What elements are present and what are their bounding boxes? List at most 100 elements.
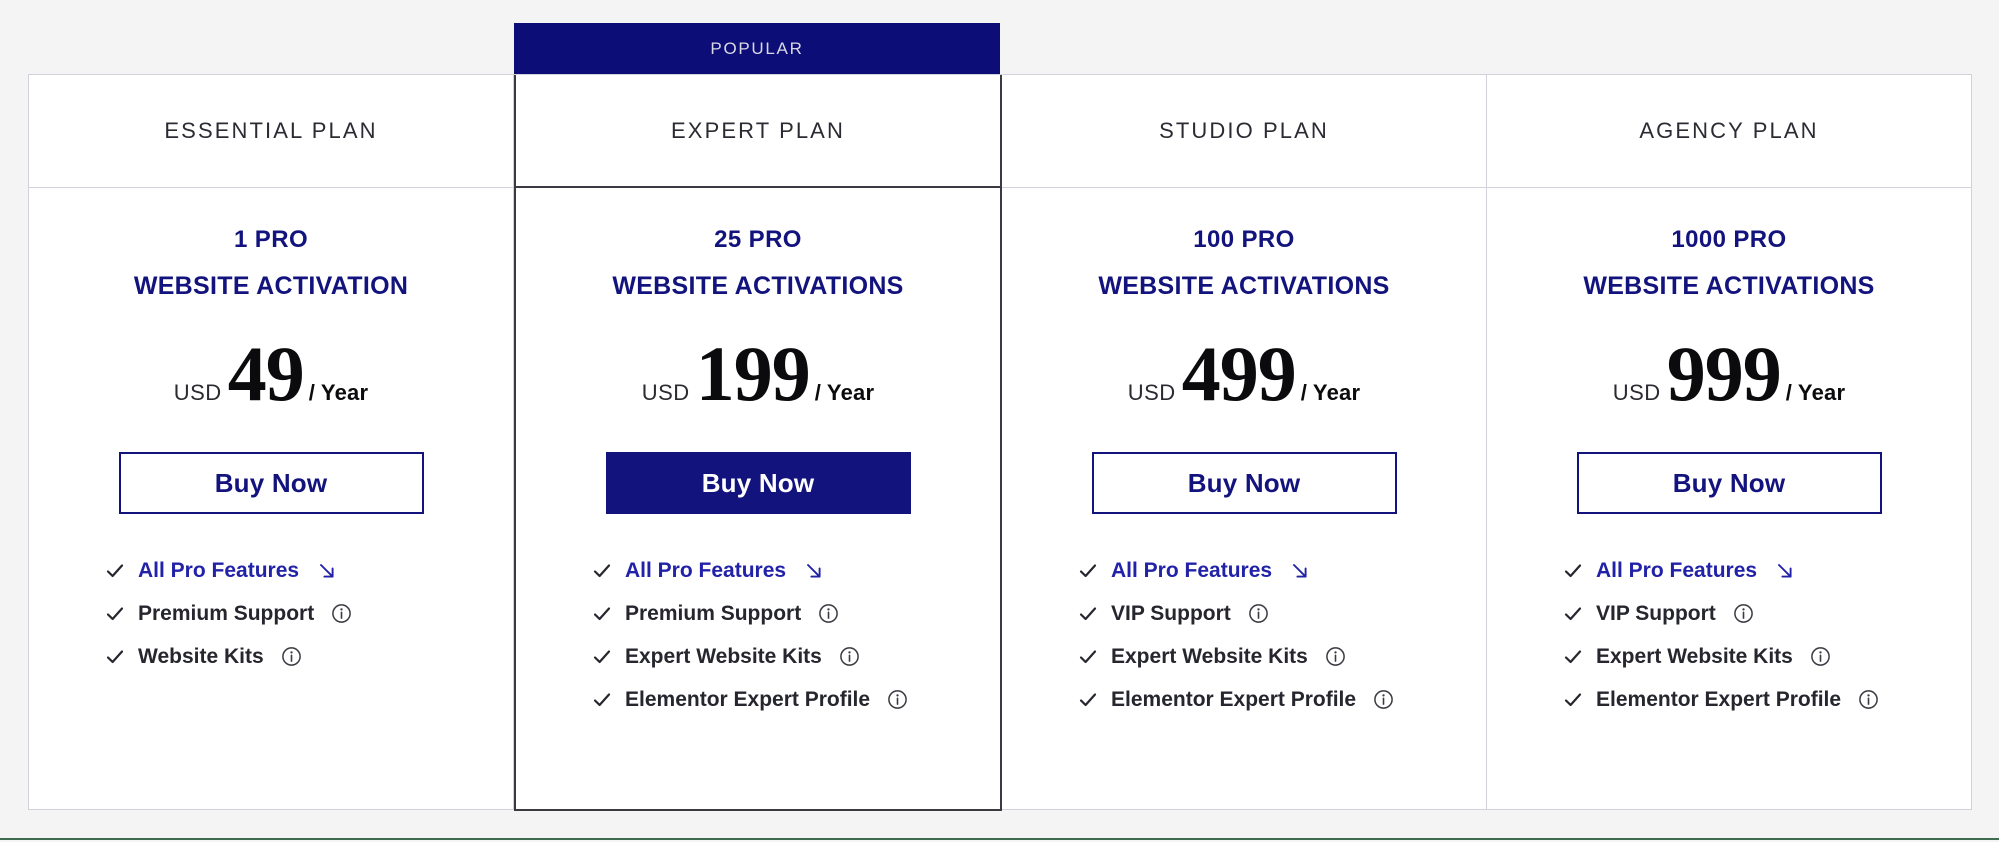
feature-label[interactable]: All Pro Features [625,560,786,581]
feature-item: Elementor Expert Profile [592,689,1000,710]
info-icon[interactable] [1858,689,1879,710]
buy-now-button[interactable]: Buy Now [1091,452,1397,515]
check-icon [1078,690,1098,710]
price-currency: USD [1127,380,1176,405]
activation-label: WEBSITE ACTIVATIONS [1583,272,1875,300]
feature-item: All Pro Features [105,560,513,581]
feature-list: All Pro Features VIP Support Expert Websit… [1002,560,1486,710]
plan-column-essential-plan: ESSENTIAL PLAN 1 PRO WEBSITE ACTIVATION USD… [29,75,514,809]
buy-now-button[interactable]: Buy Now [605,452,911,515]
info-icon[interactable] [1733,603,1754,624]
price-period: / Year [1785,380,1846,405]
feature-item: Expert Website Kits [1078,646,1486,667]
feature-label[interactable]: All Pro Features [1111,560,1272,581]
plan-body: 1000 PRO WEBSITE ACTIVATIONS USD 999/ Year B… [1487,188,1971,809]
price-amount: 999 [1666,330,1782,417]
check-icon [105,604,125,624]
check-icon [1563,604,1583,624]
activations-block: 100 PRO WEBSITE ACTIVATIONS [1098,228,1389,299]
arrow-down-right-icon[interactable] [317,561,337,581]
feature-label: Elementor Expert Profile [1596,688,1842,712]
price-block: USD 199/ Year [641,330,875,417]
price-currency: USD [641,380,690,405]
plan-column-studio-plan: STUDIO PLAN 100 PRO WEBSITE ACTIVATIONS USD… [1002,75,1487,809]
feature-label: VIP Support [1596,602,1716,626]
ribbon-spacer-0 [28,23,514,74]
check-icon [1078,561,1098,581]
check-icon [592,647,612,667]
buy-now-button[interactable]: Buy Now [1576,452,1882,515]
feature-label: Expert Website Kits [625,645,822,669]
arrow-down-right-icon[interactable] [1775,561,1795,581]
plan-header: EXPERT PLAN [516,75,1000,188]
price-block: USD 999/ Year [1612,330,1846,417]
info-icon[interactable] [281,646,302,667]
price-amount: 49 [227,330,305,417]
plan-body: 25 PRO WEBSITE ACTIVATIONS USD 199/ Year Buy… [516,188,1000,809]
info-icon[interactable] [1248,603,1269,624]
check-icon [105,561,125,581]
price-block: USD 499/ Year [1127,330,1361,417]
plan-column-agency-plan: AGENCY PLAN 1000 PRO WEBSITE ACTIVATIONS US… [1487,75,1971,809]
activations-block: 1000 PRO WEBSITE ACTIVATIONS [1583,228,1874,299]
price-period: / Year [308,380,369,405]
activation-count: 1 PRO [233,226,309,253]
info-icon[interactable] [887,689,908,710]
popular-badge-label: POPULAR [710,38,804,58]
ribbon-spacer-2 [1000,23,1486,74]
feature-label: Elementor Expert Profile [625,688,871,712]
price-amount: 499 [1181,330,1297,417]
pricing-page: POPULAR ESSENTIAL PLAN 1 PRO WEBSITE ACTIV… [0,0,1999,842]
plan-title: EXPERT PLAN [671,117,845,143]
info-icon[interactable] [818,603,839,624]
info-icon[interactable] [1810,646,1831,667]
popular-ribbon-row: POPULAR [28,23,1972,74]
plan-body: 1 PRO WEBSITE ACTIVATION USD 49/ Year Buy No… [29,188,513,809]
feature-item: All Pro Features [592,560,1000,581]
price-period: / Year [1300,380,1361,405]
feature-list: All Pro Features Premium Support Website K… [29,560,513,667]
feature-label: Premium Support [625,602,802,626]
feature-item: Expert Website Kits [592,646,1000,667]
info-icon[interactable] [1373,689,1394,710]
plan-header: AGENCY PLAN [1487,75,1971,188]
info-icon[interactable] [1325,646,1346,667]
arrow-down-right-icon[interactable] [1290,561,1310,581]
activation-label: WEBSITE ACTIVATIONS [1098,272,1390,300]
feature-label: Elementor Expert Profile [1111,688,1357,712]
price-block: USD 49/ Year [173,330,369,417]
bottom-rule [0,838,1999,840]
check-icon [1078,647,1098,667]
check-icon [592,690,612,710]
info-icon[interactable] [331,603,352,624]
check-icon [1563,647,1583,667]
check-icon [1563,690,1583,710]
activations-block: 25 PRO WEBSITE ACTIVATIONS [612,228,903,299]
plan-title: ESSENTIAL PLAN [164,118,378,143]
info-icon[interactable] [839,646,860,667]
feature-item: VIP Support [1563,603,1971,624]
price-currency: USD [173,380,222,405]
feature-item: Elementor Expert Profile [1078,689,1486,710]
check-icon [1078,604,1098,624]
feature-item: All Pro Features [1563,560,1971,581]
feature-label: Expert Website Kits [1596,645,1793,669]
activation-label: WEBSITE ACTIVATIONS [612,272,904,300]
feature-label[interactable]: All Pro Features [138,560,299,581]
check-icon [592,604,612,624]
arrow-down-right-icon[interactable] [804,561,824,581]
pricing-table: ESSENTIAL PLAN 1 PRO WEBSITE ACTIVATION USD… [28,74,1972,811]
buy-now-button[interactable]: Buy Now [118,452,424,515]
plan-column-expert-plan: EXPERT PLAN 25 PRO WEBSITE ACTIVATIONS USD 1… [514,75,1002,811]
activations-block: 1 PRO WEBSITE ACTIVATION [134,228,408,299]
feature-label: Premium Support [138,602,315,626]
feature-label[interactable]: All Pro Features [1596,560,1757,581]
feature-item: Premium Support [105,603,513,624]
price-amount: 199 [695,330,811,417]
price-period: / Year [814,380,875,405]
activation-count: 1000 PRO [1671,226,1787,253]
plan-header: ESSENTIAL PLAN [29,75,513,188]
feature-item: Elementor Expert Profile [1563,689,1971,710]
activation-label: WEBSITE ACTIVATION [133,272,409,300]
price-currency: USD [1612,380,1661,405]
